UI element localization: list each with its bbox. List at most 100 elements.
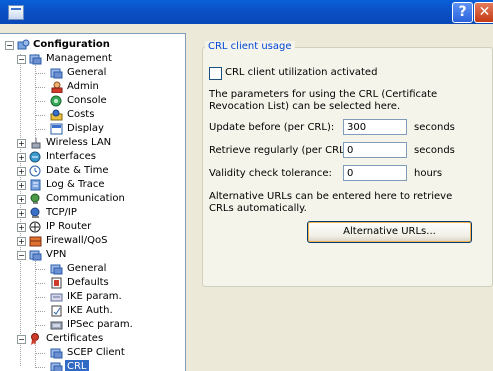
tree-item-costs[interactable]: Costs (0, 108, 185, 122)
title-bar: ? ✕ (0, 0, 493, 24)
update-before-input[interactable]: 300 (343, 119, 407, 135)
expand-icon[interactable]: + (17, 153, 26, 162)
tree-line (35, 129, 45, 130)
tree-item-defaults[interactable]: Defaults (0, 276, 185, 290)
validity-tolerance-label: Validity check tolerance: (209, 168, 332, 179)
tree-item-label: Costs (67, 109, 95, 120)
expand-icon[interactable]: + (17, 139, 26, 148)
tree-item-label: Certificates (46, 333, 104, 344)
tree-item-wireless-lan[interactable]: + Wireless LAN (0, 136, 185, 150)
tree-item-management[interactable]: − Management (0, 52, 185, 66)
tree-item-label: General (67, 263, 107, 274)
ipsec-param-icon (50, 321, 63, 330)
retrieve-regularly-label: Retrieve regularly (per CRL): (209, 145, 352, 156)
tree-line (35, 353, 45, 354)
configuration-icon (17, 39, 30, 50)
expand-icon[interactable]: + (17, 209, 26, 218)
tree-line (35, 297, 45, 298)
defaults-icon (51, 277, 62, 289)
tree-item-label: Log & Trace (46, 179, 105, 190)
collapse-icon[interactable]: − (5, 41, 14, 50)
clock-icon (29, 165, 41, 177)
tree-item-ike-param[interactable]: IKE param. (0, 290, 185, 304)
expand-icon[interactable]: + (17, 237, 26, 246)
tree-line (35, 73, 45, 74)
admin-icon (51, 81, 63, 93)
tree-item-interfaces[interactable]: + Interfaces (0, 150, 185, 164)
alternative-urls-button[interactable]: Alternative URLs... (307, 221, 472, 243)
tree-item-configuration[interactable]: − Configuration (0, 38, 185, 52)
tree-line (35, 367, 45, 368)
firewall-icon (29, 236, 42, 247)
alternative-urls-text: Alternative URLs can be entered here to … (209, 191, 453, 214)
checkbox-label: CRL client utilization activated (225, 67, 378, 78)
crl-client-checkbox[interactable] (209, 67, 222, 80)
collapse-icon[interactable]: − (17, 55, 26, 64)
tree-item-console[interactable]: Console (0, 94, 185, 108)
tree-item-ipsec-param[interactable]: IPSec param. (0, 318, 185, 332)
tree-item-label: CRL (65, 360, 89, 371)
tree-item-admin[interactable]: Admin (0, 80, 185, 94)
ike-auth-icon (51, 305, 62, 317)
tree-item-label: VPN (46, 249, 67, 260)
tree-item-ip-router[interactable]: + IP Router (0, 220, 185, 234)
tree-item-label: General (67, 67, 107, 78)
close-button[interactable]: ✕ (474, 2, 493, 23)
console-icon (50, 95, 62, 107)
tree-item-firewall-qos[interactable]: + Firewall/QoS (0, 234, 185, 248)
tree-item-crl[interactable]: CRL (0, 360, 185, 371)
tree-item-vpn[interactable]: − VPN (0, 248, 185, 262)
collapse-icon[interactable]: − (17, 251, 26, 260)
tcp-ip-icon (30, 207, 40, 218)
description-text: The parameters for using the CRL (Certif… (209, 89, 438, 112)
tree-item-label: IKE param. (67, 291, 122, 302)
expand-icon[interactable]: + (17, 195, 26, 204)
general-icon (50, 264, 63, 275)
tree-item-label: Defaults (67, 277, 109, 288)
configuration-tree: − Configuration − Management General Adm… (0, 33, 186, 371)
wireless-lan-icon (31, 138, 41, 149)
tree-item-certificates[interactable]: − Certificates (0, 332, 185, 346)
costs-icon (50, 109, 63, 121)
tree-item-label: Console (67, 95, 107, 106)
tree-item-label: Display (67, 123, 104, 134)
expand-icon[interactable]: + (17, 167, 26, 176)
tree-item-ike-auth[interactable]: IKE Auth. (0, 304, 185, 318)
tree-line (35, 101, 45, 102)
tree-item-label: Wireless LAN (46, 137, 112, 148)
retrieve-regularly-input[interactable]: 0 (343, 142, 407, 158)
settings-panel: CRL client usage CRL client utilization … (186, 33, 493, 370)
collapse-icon[interactable]: − (17, 335, 26, 344)
expand-icon[interactable]: + (17, 181, 26, 190)
retrieve-regularly-unit: seconds (414, 145, 455, 156)
tree-line (35, 325, 45, 326)
interfaces-icon (29, 151, 41, 163)
tree-item-tcp-ip[interactable]: + TCP/IP (0, 206, 185, 220)
tree-item-label: Management (46, 53, 112, 64)
tree-item-label: Interfaces (46, 151, 96, 162)
tree-item-label: Configuration (33, 39, 110, 50)
validity-tolerance-input[interactable]: 0 (343, 165, 407, 181)
expand-icon[interactable]: + (17, 223, 26, 232)
tree-item-scep-client[interactable]: SCEP Client (0, 346, 185, 360)
group-title: CRL client usage (205, 41, 295, 52)
tree-item-display[interactable]: Display (0, 122, 185, 136)
communication-icon (30, 193, 40, 204)
tree-item-label: Admin (67, 81, 99, 92)
tree-item-label: Firewall/QoS (46, 235, 108, 246)
tree-item-general[interactable]: General (0, 66, 185, 80)
tree-item-label: Date & Time (46, 165, 109, 176)
tree-item-label: IKE Auth. (67, 305, 113, 316)
tree-item-date-time[interactable]: + Date & Time (0, 164, 185, 178)
tree-item-communication[interactable]: + Communication (0, 192, 185, 206)
help-button[interactable]: ? (452, 2, 473, 23)
update-before-unit: seconds (414, 122, 455, 133)
tree-item-log-trace[interactable]: + Log & Trace (0, 178, 185, 192)
tree-item-vpn-general[interactable]: General (0, 262, 185, 276)
log-trace-icon (30, 179, 41, 191)
tree-line (35, 269, 45, 270)
display-icon (50, 123, 63, 135)
scep-client-icon (50, 348, 63, 359)
vpn-icon (29, 250, 42, 261)
general-icon (50, 68, 63, 79)
